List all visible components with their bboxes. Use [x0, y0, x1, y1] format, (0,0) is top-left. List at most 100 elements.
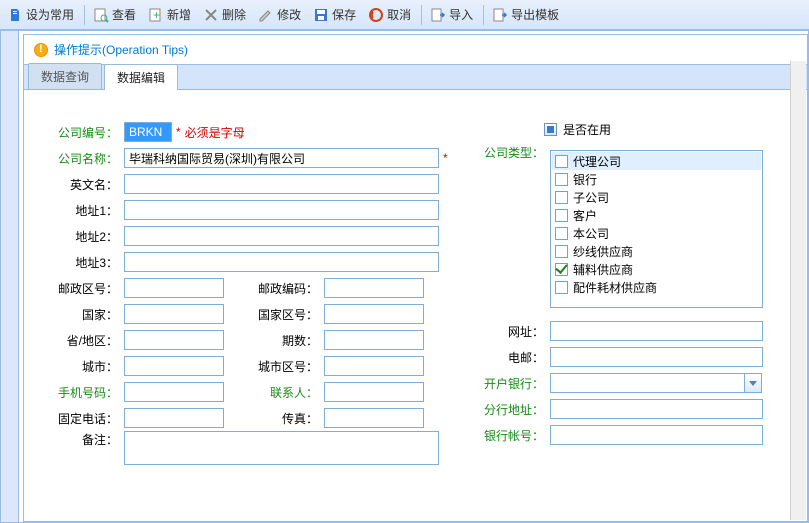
export-icon [492, 7, 508, 23]
list-item: 客户 [552, 206, 761, 224]
vertical-scrollbar[interactable] [790, 61, 806, 520]
url-label: 网址： [484, 323, 550, 340]
list-item: 本公司 [552, 224, 761, 242]
delete-label: 删除 [222, 6, 246, 23]
svg-text:+: + [153, 8, 160, 22]
email-input[interactable] [550, 347, 763, 367]
contact-label: 联系人： [224, 384, 324, 401]
checkbox[interactable] [555, 209, 568, 222]
company-name-label: 公司名称： [44, 150, 124, 167]
postal-code-input[interactable] [324, 278, 424, 298]
new-label: 新增 [167, 6, 191, 23]
toolbar: 设为常用 查看 + 新增 删除 修改 保存 取消 导入 导出模板 [0, 0, 809, 30]
bank-label: 开户银行： [484, 375, 550, 392]
checkbox[interactable] [555, 173, 568, 186]
bank-account-input[interactable] [550, 425, 763, 445]
url-input[interactable] [550, 321, 763, 341]
save-label: 保存 [332, 6, 356, 23]
warning-icon [34, 43, 48, 57]
view-icon [93, 7, 109, 23]
tab-query[interactable]: 数据查询 [28, 63, 102, 89]
company-code-input[interactable] [124, 122, 172, 142]
company-type-list[interactable]: 代理公司 银行 子公司 客户 本公司 纱线供应商 辅料供应商 配件耗材供应商 [550, 150, 763, 308]
country-label: 国家： [44, 306, 124, 323]
postal-area-label: 邮政区号： [44, 280, 124, 297]
list-item: 配件耗材供应商 [552, 278, 761, 296]
address3-input[interactable] [124, 252, 439, 272]
list-item: 纱线供应商 [552, 242, 761, 260]
postal-code-label: 邮政编码： [224, 280, 324, 297]
in-use-checkbox[interactable] [544, 123, 557, 136]
address3-label: 地址3： [44, 254, 124, 271]
checkbox[interactable] [555, 191, 568, 204]
checkbox[interactable] [555, 263, 568, 276]
tab-strip: 数据查询 数据编辑 [24, 65, 807, 90]
address2-label: 地址2： [44, 228, 124, 245]
branch-address-input[interactable] [550, 399, 763, 419]
new-button[interactable]: + 新增 [143, 3, 198, 27]
address1-input[interactable] [124, 200, 439, 220]
company-name-input[interactable] [124, 148, 439, 168]
remark-input[interactable] [124, 431, 439, 465]
required-star: * [443, 151, 448, 165]
postal-area-input[interactable] [124, 278, 224, 298]
province-input[interactable] [124, 330, 224, 350]
code-hint: 必须是字母 [185, 124, 245, 141]
edit-icon [258, 7, 274, 23]
save-button[interactable]: 保存 [308, 3, 363, 27]
company-type-label: 公司类型： [484, 144, 550, 161]
import-button[interactable]: 导入 [425, 3, 480, 27]
english-name-input[interactable] [124, 174, 439, 194]
export-template-label: 导出模板 [511, 6, 559, 23]
separator [483, 5, 484, 25]
tips-text[interactable]: 操作提示(Operation Tips) [54, 41, 188, 58]
delete-button[interactable]: 删除 [198, 3, 253, 27]
view-button[interactable]: 查看 [88, 3, 143, 27]
bank-input[interactable] [550, 373, 745, 393]
country-input[interactable] [124, 304, 224, 324]
english-name-label: 英文名： [44, 176, 124, 193]
new-icon: + [148, 7, 164, 23]
fax-label: 传真： [224, 410, 324, 427]
star-icon [7, 7, 23, 23]
left-column: 公司编号： * 必须是字母 公司名称： * 英文名： 地址1： 地址2： 地址3… [44, 119, 459, 471]
edit-label: 修改 [277, 6, 301, 23]
checkbox[interactable] [555, 245, 568, 258]
set-common-button[interactable]: 设为常用 [2, 3, 81, 27]
cancel-label: 取消 [387, 6, 411, 23]
country-area-input[interactable] [324, 304, 424, 324]
form-body: 公司编号： * 必须是字母 公司名称： * 英文名： 地址1： 地址2： 地址3… [24, 109, 807, 521]
bank-account-label: 银行帐号： [484, 427, 550, 444]
fax-input[interactable] [324, 408, 424, 428]
city-label: 城市： [44, 358, 124, 375]
export-template-button[interactable]: 导出模板 [487, 3, 566, 27]
view-label: 查看 [112, 6, 136, 23]
province-label: 省/地区： [44, 332, 124, 349]
separator [84, 5, 85, 25]
right-column: 是否在用 公司类型： 代理公司 银行 子公司 客户 本公司 纱线供应商 辅料供应… [484, 121, 804, 448]
mobile-input[interactable] [124, 382, 224, 402]
required-star: * [176, 125, 181, 139]
remark-label: 备注： [44, 431, 124, 448]
bank-dropdown-trigger[interactable] [745, 373, 762, 393]
left-collapse-bar[interactable] [1, 31, 19, 522]
list-item: 代理公司 [552, 152, 761, 170]
address2-input[interactable] [124, 226, 439, 246]
chevron-down-icon [749, 381, 757, 386]
save-icon [313, 7, 329, 23]
city-area-input[interactable] [324, 356, 424, 376]
city-input[interactable] [124, 356, 224, 376]
branch-address-label: 分行地址： [484, 401, 550, 418]
edit-button[interactable]: 修改 [253, 3, 308, 27]
set-common-label: 设为常用 [26, 6, 74, 23]
checkbox[interactable] [555, 281, 568, 294]
telephone-input[interactable] [124, 408, 224, 428]
in-use-label: 是否在用 [563, 121, 611, 138]
checkbox[interactable] [555, 155, 568, 168]
mobile-label: 手机号码： [44, 384, 124, 401]
cancel-button[interactable]: 取消 [363, 3, 418, 27]
periods-input[interactable] [324, 330, 424, 350]
tab-edit[interactable]: 数据编辑 [104, 64, 178, 90]
checkbox[interactable] [555, 227, 568, 240]
contact-input[interactable] [324, 382, 424, 402]
